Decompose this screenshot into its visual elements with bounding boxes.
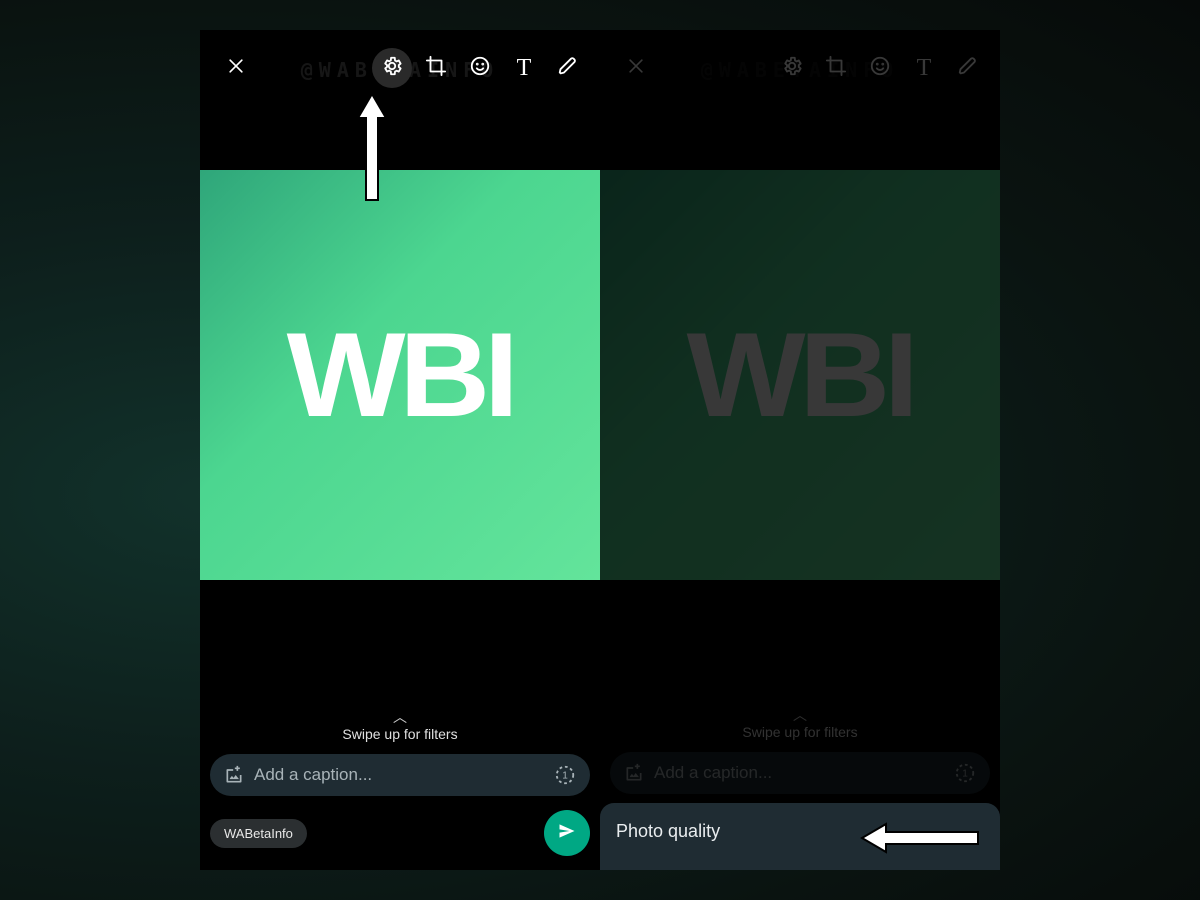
image-preview: WBI bbox=[600, 170, 1000, 580]
left-screenshot: @WABETAINFO bbox=[200, 30, 600, 870]
editor-toolbar: T bbox=[600, 44, 1000, 92]
caption-input[interactable]: Add a caption... 1 bbox=[610, 752, 990, 794]
close-button[interactable] bbox=[616, 48, 656, 88]
send-button[interactable] bbox=[544, 810, 590, 856]
sheet-title: Photo quality bbox=[616, 821, 984, 842]
emoji-icon bbox=[469, 55, 491, 82]
swipe-label: Swipe up for filters bbox=[610, 724, 990, 740]
bottom-panel: ︿ Swipe up for filters Add a caption... … bbox=[200, 694, 600, 870]
photo-quality-sheet[interactable]: Photo quality bbox=[600, 803, 1000, 870]
gear-icon bbox=[381, 55, 403, 82]
crop-button[interactable] bbox=[416, 48, 456, 88]
view-once-button[interactable]: 1 bbox=[954, 762, 976, 784]
crop-button[interactable] bbox=[816, 48, 856, 88]
editor-toolbar: T bbox=[200, 44, 600, 92]
gear-icon bbox=[781, 55, 803, 82]
right-screenshot: @WABETAINFO T WBI bbox=[600, 30, 1000, 870]
image-add-icon bbox=[624, 763, 644, 783]
crop-icon bbox=[425, 55, 447, 82]
recipient-chip[interactable]: WABetaInfo bbox=[210, 819, 307, 848]
comparison-stage: @WABETAINFO bbox=[200, 30, 1000, 870]
bottom-panel: ︿ Swipe up for filters Add a caption... … bbox=[600, 692, 1000, 808]
text-button[interactable]: T bbox=[504, 48, 544, 88]
svg-text:1: 1 bbox=[962, 769, 968, 780]
send-icon bbox=[557, 821, 577, 846]
caption-placeholder: Add a caption... bbox=[654, 763, 944, 783]
close-icon bbox=[626, 56, 646, 81]
chevron-up-icon: ︿ bbox=[210, 712, 590, 722]
caption-placeholder: Add a caption... bbox=[254, 765, 544, 785]
swipe-label: Swipe up for filters bbox=[210, 726, 590, 742]
text-icon: T bbox=[517, 55, 532, 82]
view-once-button[interactable]: 1 bbox=[554, 764, 576, 786]
draw-button[interactable] bbox=[948, 48, 988, 88]
image-logo-text: WBI bbox=[687, 306, 913, 444]
crop-icon bbox=[825, 55, 847, 82]
settings-button[interactable] bbox=[372, 48, 412, 88]
svg-text:1: 1 bbox=[562, 771, 568, 782]
settings-button[interactable] bbox=[772, 48, 812, 88]
text-button[interactable]: T bbox=[904, 48, 944, 88]
emoji-icon bbox=[869, 55, 891, 82]
text-icon: T bbox=[917, 55, 932, 82]
swipe-hint[interactable]: ︿ Swipe up for filters bbox=[610, 710, 990, 740]
pencil-icon bbox=[957, 55, 979, 82]
image-logo-text: WBI bbox=[287, 306, 513, 444]
image-add-icon bbox=[224, 765, 244, 785]
chevron-up-icon: ︿ bbox=[610, 710, 990, 720]
close-icon bbox=[226, 56, 246, 81]
emoji-button[interactable] bbox=[460, 48, 500, 88]
draw-button[interactable] bbox=[548, 48, 588, 88]
close-button[interactable] bbox=[216, 48, 256, 88]
pencil-icon bbox=[557, 55, 579, 82]
swipe-hint[interactable]: ︿ Swipe up for filters bbox=[210, 712, 590, 742]
image-preview: WBI bbox=[200, 170, 600, 580]
send-row: WABetaInfo bbox=[210, 810, 590, 856]
caption-input[interactable]: Add a caption... 1 bbox=[210, 754, 590, 796]
emoji-button[interactable] bbox=[860, 48, 900, 88]
